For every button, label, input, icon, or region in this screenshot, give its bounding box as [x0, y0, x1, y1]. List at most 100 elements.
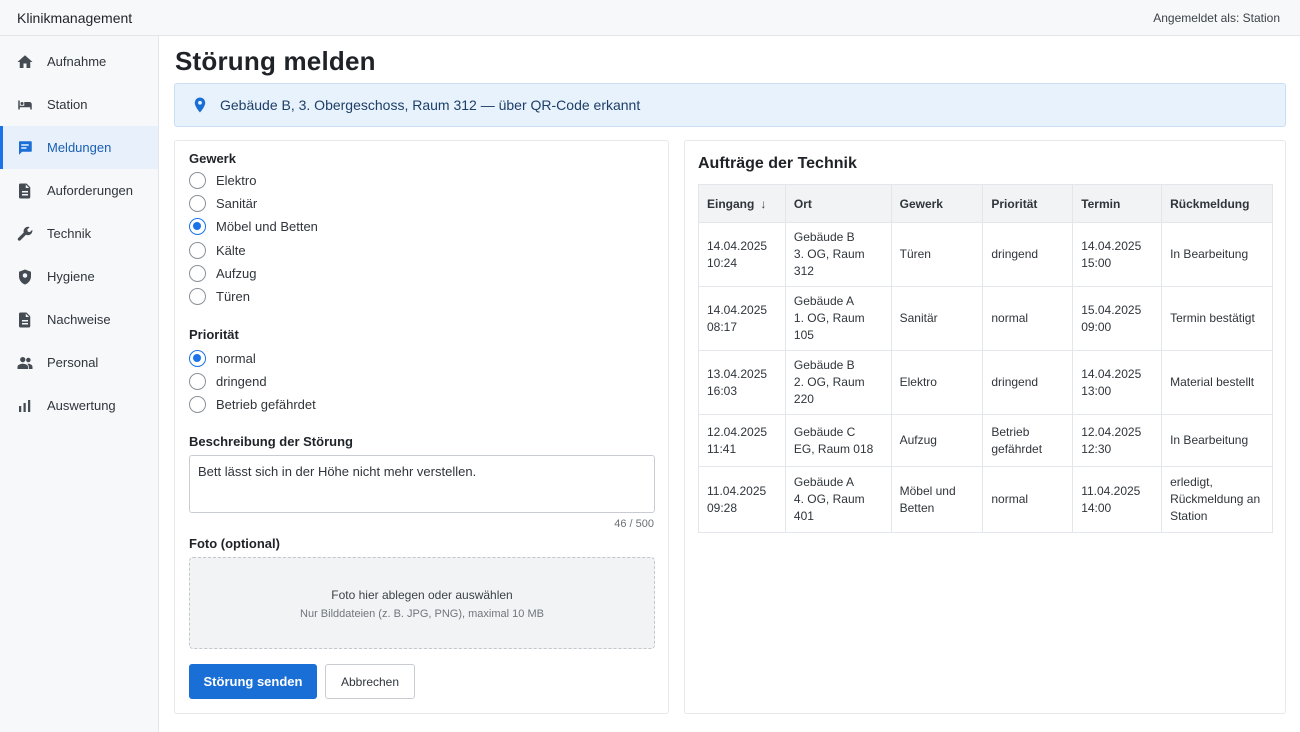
cell-text: 1. OG, Raum 105 [793, 311, 865, 342]
table-cell-gewerk: Aufzug [890, 414, 984, 467]
table-row[interactable]: 13.04.2025 16:03 Gebäude B 2. OG, Raum 220 E… [698, 350, 1273, 415]
table-cell-termin: 14.04.2025 15:00 [1072, 222, 1163, 287]
sidebar-item-aufnahme[interactable]: Aufnahme [0, 40, 158, 83]
cell-text: Türen [899, 247, 931, 261]
radio-button-checked[interactable] [189, 349, 206, 367]
sidebar-item-auswertung[interactable]: Auswertung [0, 384, 158, 427]
radio-button[interactable] [189, 241, 206, 259]
radio-prioritaet-normal[interactable]: normal [189, 348, 256, 368]
foto-label-text: Foto (optional) [189, 536, 280, 551]
radio-button[interactable] [189, 264, 206, 282]
sidebar-item-label: Personal [47, 355, 99, 370]
cell-text: Gebäude A [793, 294, 854, 308]
cell-text: 09:00 [1081, 319, 1112, 334]
cell-text: Sanitär [899, 311, 938, 325]
table-header-row: Eingang ↓ Ort Gewerk Priorität Termin Rüc… [698, 184, 1273, 223]
radio-button-checked[interactable] [189, 217, 206, 235]
cell-text: 09:28 [707, 500, 738, 515]
cell-text: Rückmeldung an [1170, 492, 1261, 506]
beschreibung-label: Beschreibung der Störung [189, 434, 353, 449]
radio-label: Elektro [216, 172, 257, 188]
table-cell-termin: 14.04.2025 13:00 [1072, 350, 1163, 415]
column-header-termin[interactable]: Termin [1072, 184, 1163, 223]
radio-button[interactable] [189, 372, 206, 390]
table-row[interactable]: 14.04.2025 08:17 Gebäude A 1. OG, Raum 105 S… [698, 286, 1273, 351]
cell-text: 11.04.2025 [1081, 483, 1141, 498]
table-cell-prioritaet: normal [982, 286, 1074, 351]
cell-text: 15:00 [1081, 255, 1112, 270]
cell-text: Material bestellt [1170, 375, 1255, 389]
table-cell-eingang: 13.04.2025 16:03 [698, 350, 786, 415]
radio-label: Türen [216, 288, 250, 304]
radio-button[interactable] [189, 395, 206, 413]
table-cell-ort: Gebäude B 3. OG, Raum 312 [784, 222, 892, 287]
column-header-rueckmeldung[interactable]: Rückmeldung [1161, 184, 1273, 223]
radio-label: Betrieb gefährdet [216, 396, 316, 412]
table-cell-termin: 15.04.2025 09:00 [1072, 286, 1163, 351]
table-cell-prioritaet: dringend [982, 222, 1074, 287]
cell-text: Gebäude B [793, 230, 855, 244]
radio-gewerk-sanitaer[interactable]: Sanitär [189, 193, 257, 213]
table-cell-eingang: 14.04.2025 10:24 [698, 222, 786, 287]
column-header-label: Eingang [707, 196, 755, 211]
cell-text: 13:00 [1081, 383, 1112, 398]
cell-text: normal [991, 492, 1029, 506]
table-cell-rueckmeldung: In Bearbeitung [1161, 414, 1273, 467]
cell-text: 08:17 [707, 319, 738, 334]
cell-text: Gebäude B [793, 358, 855, 372]
bar-chart-icon [16, 397, 34, 415]
column-header-gewerk[interactable]: Gewerk [890, 184, 984, 223]
cell-text: Möbel und [899, 483, 956, 498]
description-textarea[interactable]: Bett lässt sich in der Höhe nicht mehr v… [189, 455, 655, 513]
table-cell-eingang: 11.04.2025 09:28 [698, 466, 786, 533]
foto-label: Foto (optional) [189, 536, 280, 551]
people-icon [16, 354, 34, 372]
sidebar-item-meldungen[interactable]: Meldungen [0, 126, 158, 169]
radio-prioritaet-betrieb-gefaehrdet[interactable]: Betrieb gefährdet [189, 394, 316, 414]
table-row[interactable]: 12.04.2025 11:41 Gebäude C EG, Raum 018 Aufz… [698, 414, 1273, 467]
sort-descending-icon[interactable]: ↓ [760, 197, 766, 211]
shield-icon [16, 268, 34, 286]
sidebar-item-station[interactable]: Station [0, 83, 158, 126]
login-info: Angemeldet als: Station [1153, 10, 1280, 25]
sidebar-item-personal[interactable]: Personal [0, 341, 158, 384]
radio-prioritaet-dringend[interactable]: dringend [189, 371, 267, 391]
top-bar: Klinikmanagement Angemeldet als: Station [0, 0, 1300, 36]
radio-gewerk-tueren[interactable]: Türen [189, 286, 250, 306]
radio-gewerk-moebel-und-betten[interactable]: Möbel und Betten [189, 216, 318, 236]
radio-button[interactable] [189, 287, 206, 305]
radio-gewerk-kaelte[interactable]: Kälte [189, 240, 246, 260]
column-header-eingang[interactable]: Eingang ↓ [698, 184, 786, 223]
cell-text: In Bearbeitung [1170, 433, 1249, 447]
sidebar-item-hygiene[interactable]: Hygiene [0, 255, 158, 298]
radio-button[interactable] [189, 194, 206, 212]
radio-gewerk-elektro[interactable]: Elektro [189, 170, 256, 190]
table-row[interactable]: 14.04.2025 10:24 Gebäude B 3. OG, Raum 312 T… [698, 222, 1273, 287]
orders-panel: Aufträge der Technik Eingang ↓ Ort Gewerk… [684, 140, 1286, 714]
submit-report-button[interactable]: Störung senden [189, 664, 317, 699]
sidebar-item-nachweise[interactable]: Nachweise [0, 298, 158, 341]
table-row[interactable]: 11.04.2025 09:28 Gebäude A 4. OG, Raum 401 M… [698, 466, 1273, 533]
radio-button[interactable] [189, 171, 206, 189]
sidebar-item-technik[interactable]: Technik [0, 212, 158, 255]
photo-dropzone[interactable]: Foto hier ablegen oder auswählen Nur Bil… [189, 557, 655, 649]
column-header-prioritaet[interactable]: Priorität [982, 184, 1074, 223]
sidebar-item-label: Nachweise [47, 312, 111, 327]
cancel-button[interactable]: Abbrechen [325, 664, 415, 699]
cell-text: 15.04.2025 [1081, 302, 1142, 317]
radio-label: dringend [216, 373, 267, 389]
orders-title: Aufträge der Technik [698, 155, 857, 172]
cell-text: 3. OG, Raum 312 [793, 247, 865, 278]
cell-text: Gebäude A [793, 475, 854, 489]
cell-text: normal [991, 311, 1029, 325]
character-counter: 46 / 500 [614, 518, 654, 530]
table-cell-rueckmeldung: Material bestellt [1161, 350, 1273, 415]
radio-gewerk-aufzug[interactable]: Aufzug [189, 263, 256, 283]
cell-text: Elektro [899, 375, 937, 389]
sidebar-item-auforderungen[interactable]: Auforderungen [0, 169, 158, 212]
table-cell-ort: Gebäude A 1. OG, Raum 105 [784, 286, 892, 351]
radio-label: normal [216, 350, 256, 366]
column-header-ort[interactable]: Ort [784, 184, 892, 223]
table-cell-gewerk: Sanitär [890, 286, 984, 351]
cell-text: Termin bestätigt [1170, 311, 1255, 325]
